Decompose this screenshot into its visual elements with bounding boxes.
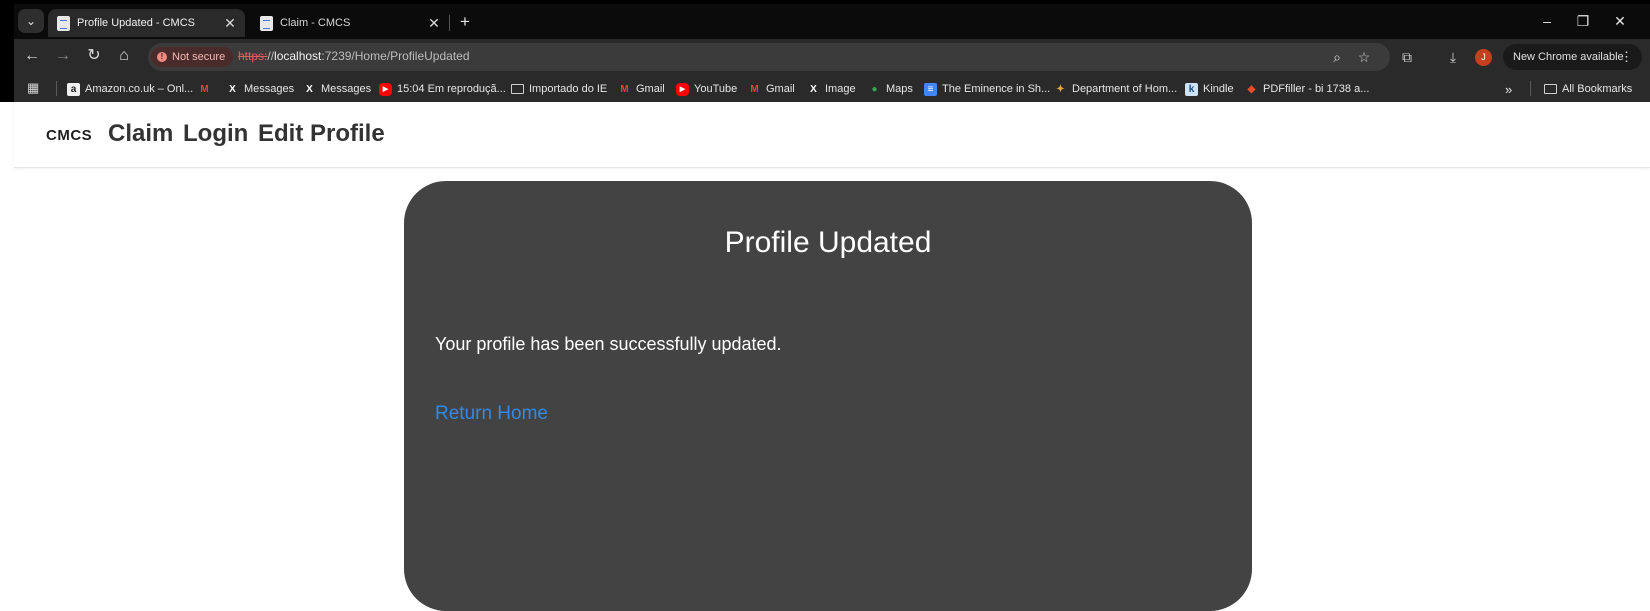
- profile-avatar[interactable]: J: [1475, 49, 1492, 66]
- x-icon: X: [229, 83, 236, 95]
- page-favicon-icon: [57, 15, 70, 31]
- nav-link-login[interactable]: Login: [183, 120, 248, 148]
- x-icon: X: [810, 83, 817, 95]
- gmail-icon: M: [620, 83, 629, 95]
- dhs-icon: ✦: [1056, 83, 1065, 95]
- youtube-icon: ▶: [379, 82, 392, 96]
- apps-grid-icon[interactable]: ▦: [27, 81, 43, 95]
- close-window-button[interactable]: ✕: [1605, 9, 1635, 33]
- gmail-icon: M: [750, 83, 759, 95]
- bookmark-label: Gmail: [636, 83, 665, 95]
- bookmark-divider: [1530, 81, 1531, 96]
- forward-button[interactable]: →: [50, 43, 76, 69]
- close-icon[interactable]: ✕: [221, 15, 239, 32]
- nav-link-edit-profile[interactable]: Edit Profile: [258, 120, 385, 148]
- bookmark-amazon[interactable]: a Amazon.co.uk – Onl...: [67, 79, 193, 99]
- site-brand[interactable]: CMCS: [46, 127, 92, 144]
- extensions-icon[interactable]: ⧉: [1396, 46, 1418, 68]
- bookmark-label: PDFfiller - bi 1738 a...: [1263, 83, 1370, 95]
- tab-claim[interactable]: Claim - CMCS ✕: [251, 9, 449, 37]
- close-icon[interactable]: ✕: [425, 15, 443, 32]
- url-path: :7239/Home/ProfileUpdated: [321, 49, 470, 63]
- bookmark-folder-ie[interactable]: Importado do IE: [511, 79, 607, 99]
- bookmark-label: The Eminence in Sh...: [942, 83, 1051, 95]
- x-icon: X: [306, 83, 313, 95]
- tab-profile-updated[interactable]: Profile Updated - CMCS ✕: [48, 9, 245, 37]
- kindle-icon: k: [1185, 82, 1198, 96]
- tab-title: Profile Updated - CMCS: [77, 17, 195, 29]
- bookmark-dhs[interactable]: ✦ Department of Hom...: [1054, 79, 1177, 99]
- arrow-right-icon: →: [55, 47, 71, 64]
- bookmark-label: Image: [825, 83, 856, 95]
- bookmark-youtube-video[interactable]: ▶ 15:04 Em reproduçã...: [379, 79, 506, 99]
- return-home-link[interactable]: Return Home: [435, 403, 548, 425]
- reload-button[interactable]: ↻: [81, 43, 107, 69]
- zoom-icon[interactable]: ⌕: [1326, 46, 1348, 68]
- tab-search-button[interactable]: ⌄: [18, 9, 44, 33]
- folder-icon: [1544, 84, 1557, 94]
- folder-icon: [511, 84, 524, 94]
- url-text[interactable]: https://localhost:7239/Home/ProfileUpdat…: [238, 49, 470, 63]
- bookmark-label: Amazon.co.uk – Onl...: [85, 83, 194, 95]
- bookmark-label: Messages: [244, 83, 295, 95]
- bookmark-gmail[interactable]: M: [198, 79, 216, 99]
- new-tab-button[interactable]: +: [454, 11, 476, 33]
- bookmark-label: 15:04 Em reproduçã...: [397, 83, 506, 95]
- bookmark-label: Messages: [321, 83, 372, 95]
- minimize-button[interactable]: –: [1532, 9, 1562, 33]
- page-favicon-icon: [260, 15, 273, 31]
- amazon-icon: a: [67, 82, 80, 96]
- url-scheme: https:: [238, 49, 268, 63]
- bookmark-gmail[interactable]: M Gmail: [618, 79, 665, 99]
- nav-link-claim[interactable]: Claim: [108, 120, 173, 148]
- bookmark-gmail[interactable]: M Gmail: [748, 79, 795, 99]
- restore-button[interactable]: ❐: [1568, 9, 1598, 33]
- download-icon[interactable]: ⤓: [1442, 46, 1464, 68]
- pdffiller-icon: ◆: [1247, 83, 1256, 95]
- bookmark-label: Importado do IE: [529, 83, 608, 95]
- bookmark-image[interactable]: X Image: [807, 79, 856, 99]
- maps-icon: ●: [871, 83, 878, 95]
- bookmark-label: Department of Hom...: [1072, 83, 1178, 95]
- back-button[interactable]: ←: [19, 43, 45, 69]
- doc-icon: ≡: [924, 82, 937, 96]
- bookmark-kindle[interactable]: k Kindle: [1185, 79, 1234, 99]
- security-chip[interactable]: ! Not secure: [151, 47, 234, 67]
- new-chrome-label: New Chrome available: [1513, 51, 1624, 63]
- tab-title: Claim - CMCS: [280, 17, 351, 29]
- gmail-icon: M: [200, 83, 209, 95]
- bookmark-eminence[interactable]: ≡ The Eminence in Sh...: [924, 79, 1050, 99]
- all-bookmarks-label: All Bookmarks: [1562, 83, 1633, 95]
- bookmark-label: Gmail: [766, 83, 795, 95]
- url-host: localhost: [274, 49, 322, 63]
- youtube-icon: ▶: [676, 82, 689, 96]
- bookmark-youtube[interactable]: ▶ YouTube: [676, 79, 737, 99]
- bookmark-label: Maps: [886, 83, 913, 95]
- success-message: Your profile has been successfully updat…: [435, 334, 782, 354]
- star-icon[interactable]: ☆: [1353, 46, 1375, 68]
- page-title: Profile Updated: [724, 226, 932, 259]
- bookmark-messages[interactable]: X Messages: [303, 79, 371, 99]
- more-vert-icon[interactable]: ⋮: [1620, 44, 1633, 70]
- new-chrome-available-button[interactable]: New Chrome available ⋮: [1503, 44, 1642, 70]
- all-bookmarks-button[interactable]: All Bookmarks: [1544, 79, 1632, 99]
- bookmark-messages[interactable]: X Messages: [226, 79, 294, 99]
- bookmark-label: Kindle: [1203, 83, 1234, 95]
- reload-icon: ↻: [87, 47, 101, 64]
- arrow-left-icon: ←: [24, 47, 40, 64]
- bookmark-pdffiller[interactable]: ◆ PDFfiller - bi 1738 a...: [1245, 79, 1370, 99]
- tab-divider: [449, 15, 450, 31]
- chevron-down-icon: ⌄: [25, 14, 37, 28]
- bookmark-label: YouTube: [694, 83, 738, 95]
- bookmark-divider: [56, 81, 57, 96]
- home-button[interactable]: ⌂: [111, 43, 137, 69]
- warning-icon: !: [157, 52, 167, 62]
- home-icon: ⌂: [119, 47, 129, 64]
- bookmark-maps[interactable]: ● Maps: [868, 79, 913, 99]
- security-label: Not secure: [172, 51, 226, 63]
- bookmarks-overflow-button[interactable]: »: [1505, 79, 1512, 99]
